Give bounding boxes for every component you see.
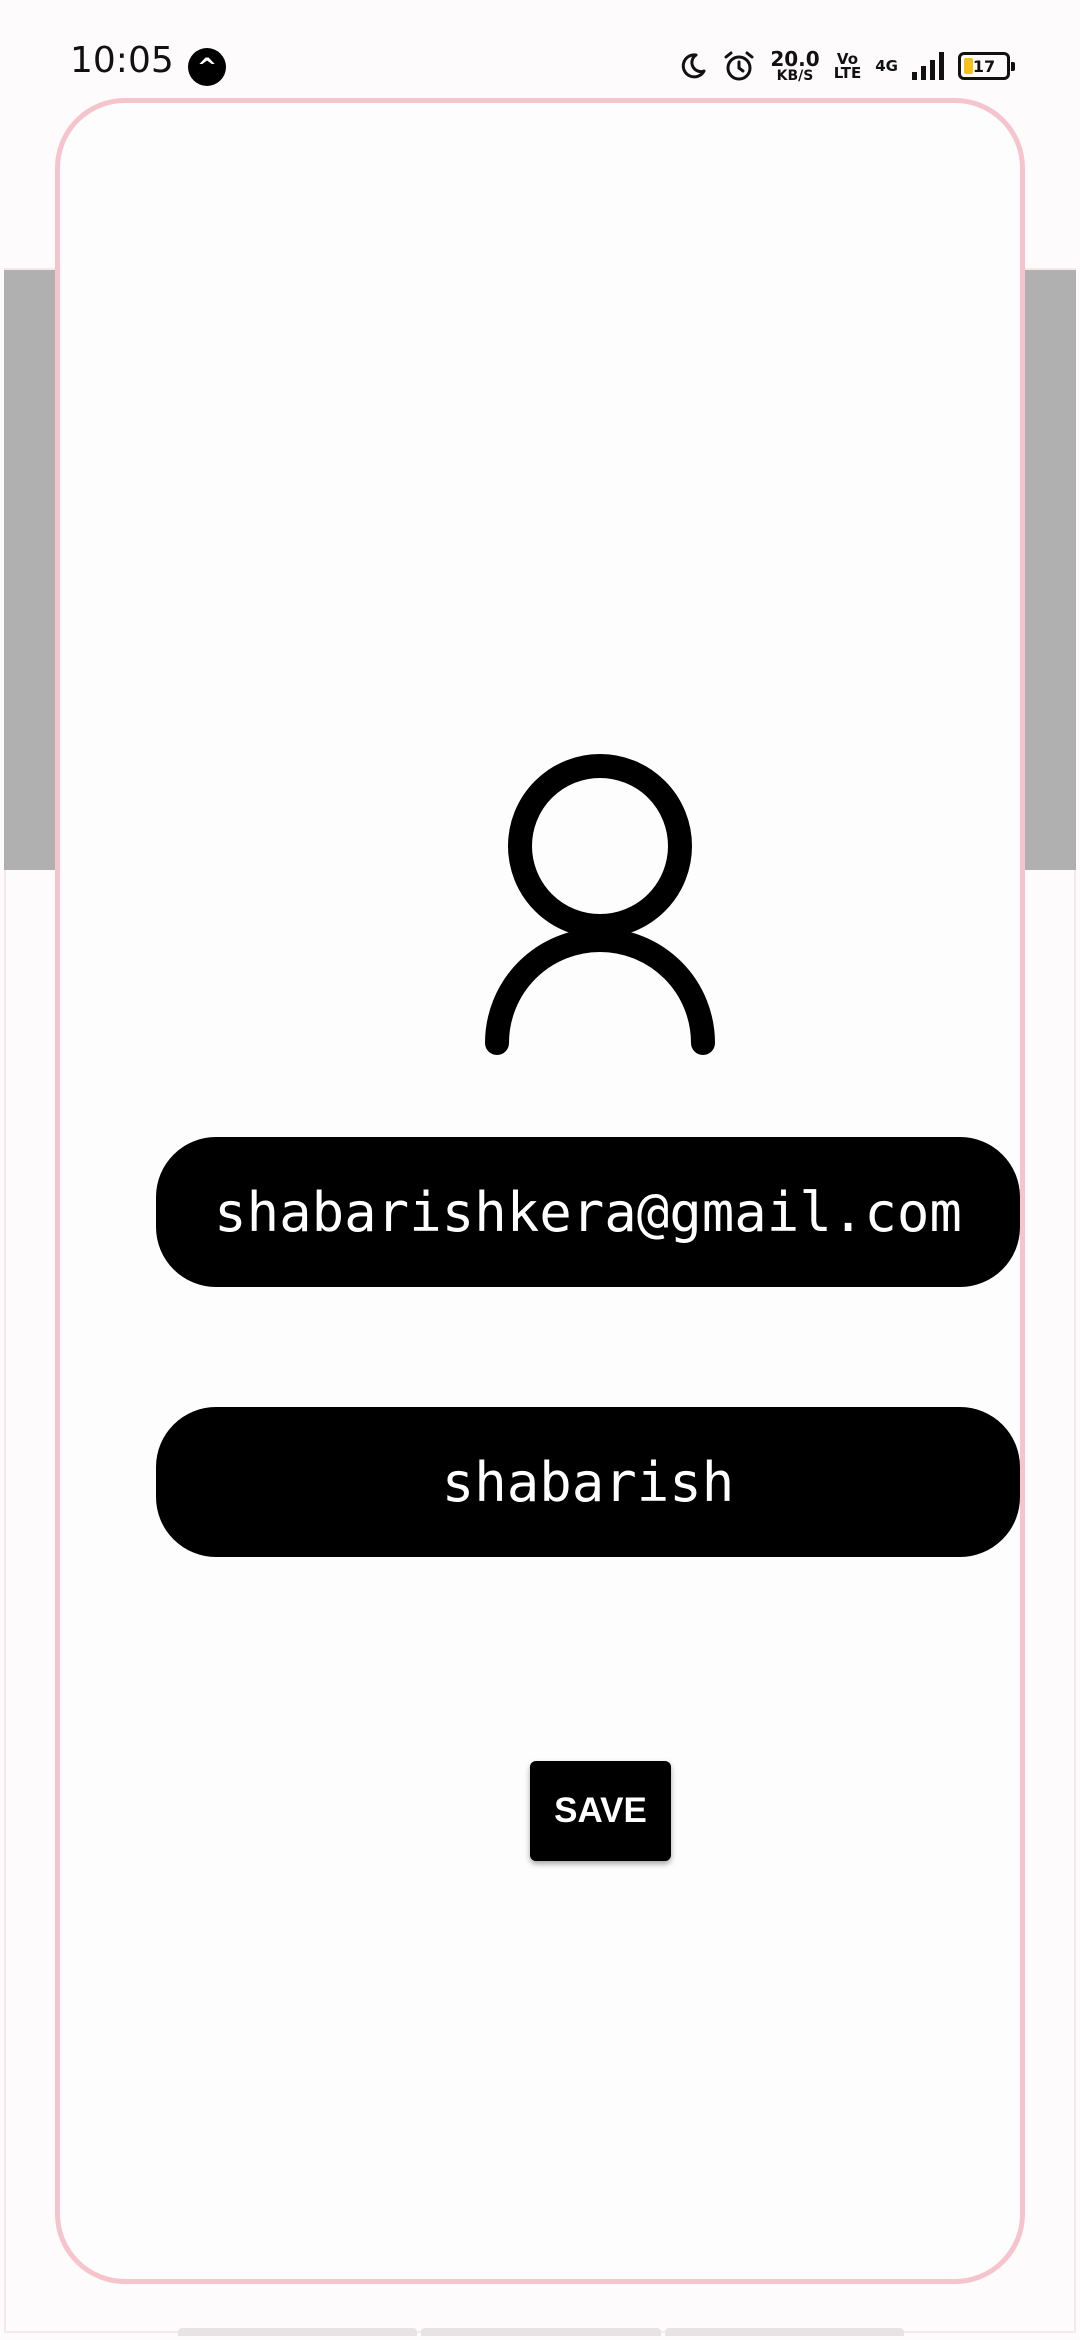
notification-app-icon: ^ bbox=[188, 48, 226, 86]
moon-icon bbox=[682, 53, 706, 79]
volte-indicator: Vo LTE bbox=[833, 51, 862, 82]
profile-dialog: shabarishkera@gmail.com shabarish SAVE bbox=[55, 98, 1025, 2284]
battery-level: 17 bbox=[972, 56, 996, 76]
save-button[interactable]: SAVE bbox=[530, 1761, 671, 1861]
background-tab bbox=[421, 2328, 661, 2336]
background-tab bbox=[178, 2328, 418, 2336]
battery-icon: 17 bbox=[958, 52, 1015, 80]
network-speed-unit: KB/S bbox=[776, 68, 814, 84]
name-field[interactable]: shabarish bbox=[156, 1407, 1020, 1557]
network-speed: 20.0 KB/S bbox=[770, 49, 819, 83]
background-tab bbox=[664, 2328, 904, 2336]
screen: 10:05 ^ 20.0 KB/S Vo LTE 4G 17 shabarish… bbox=[0, 0, 1080, 2340]
signal-icon bbox=[912, 52, 944, 80]
status-indicators: 20.0 KB/S Vo LTE 4G 17 bbox=[678, 44, 1015, 88]
volte-bottom: LTE bbox=[833, 64, 862, 82]
background-tab-bar bbox=[178, 2328, 904, 2336]
network-speed-value: 20.0 bbox=[770, 47, 820, 71]
user-icon bbox=[485, 754, 715, 1055]
network-type: 4G bbox=[875, 57, 898, 75]
status-bar: 10:05 ^ 20.0 KB/S Vo LTE 4G 17 bbox=[0, 0, 1080, 100]
email-field[interactable]: shabarishkera@gmail.com bbox=[156, 1137, 1020, 1287]
alarm-icon bbox=[724, 51, 754, 81]
status-time: 10:05 bbox=[70, 40, 174, 81]
